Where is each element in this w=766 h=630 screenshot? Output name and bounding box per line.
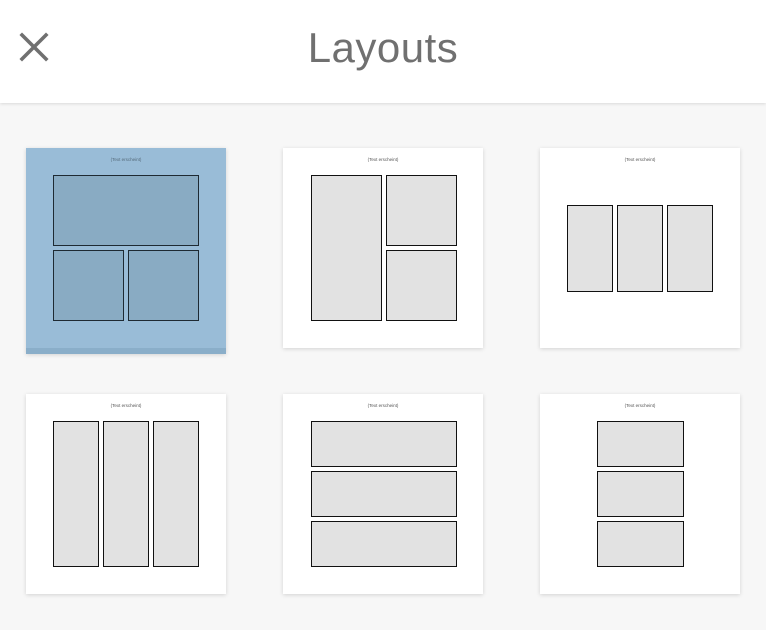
layout-card-three-columns-short[interactable]: (Text erscheint) — [540, 148, 740, 348]
layout-frame — [153, 421, 199, 567]
layout-card-three-rows-narrow[interactable]: (Text erscheint) — [540, 394, 740, 594]
layout-frame — [667, 205, 713, 292]
layout-label: (Text erscheint) — [110, 157, 142, 162]
layout-frame — [597, 471, 684, 517]
layout-frame — [53, 250, 124, 321]
layout-frame — [567, 205, 613, 292]
layout-frame — [311, 175, 382, 321]
layout-label: (Text erscheint) — [624, 403, 656, 408]
layout-frame — [597, 421, 684, 467]
layout-card-three-columns-tall[interactable]: (Text erscheint) — [26, 394, 226, 594]
page-title: Layouts — [307, 24, 459, 71]
layout-frame — [311, 471, 457, 517]
layout-frame — [386, 250, 457, 321]
layout-label: (Text erscheint) — [367, 403, 399, 408]
layout-card-tall-left-two-right[interactable]: (Text erscheint) — [283, 148, 483, 348]
layout-label: (Text erscheint) — [367, 157, 399, 162]
layout-frame — [597, 521, 684, 567]
layout-frame — [386, 175, 457, 246]
layout-frame — [103, 421, 149, 567]
layout-frame — [311, 421, 457, 467]
layout-grid: (Text erscheint) (Text erscheint) (Text … — [0, 103, 766, 630]
layout-label: (Text erscheint) — [110, 403, 142, 408]
layout-frame — [311, 521, 457, 567]
layout-frame — [53, 421, 99, 567]
selection-indicator — [26, 348, 226, 354]
layout-frame — [617, 205, 663, 292]
layout-frame — [53, 175, 199, 246]
layout-frame — [128, 250, 199, 321]
layout-card-one-wide-top-two-bottom[interactable]: (Text erscheint) — [26, 148, 226, 354]
layout-label: (Text erscheint) — [624, 157, 656, 162]
top-bar: Layouts — [0, 0, 766, 103]
layout-card-three-rows-wide[interactable]: (Text erscheint) — [283, 394, 483, 594]
